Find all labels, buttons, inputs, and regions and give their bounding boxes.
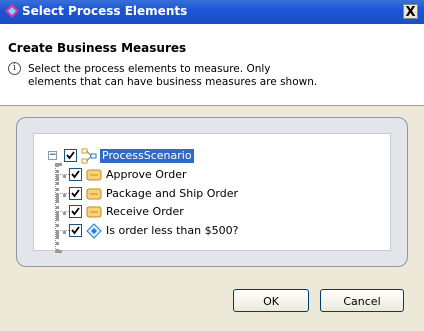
window-title: Select Process Elements [22,4,188,18]
process-scenario-icon [81,148,97,164]
title-bar[interactable]: Select Process Elements X [0,0,424,24]
info-line-1: Select the process elements to measure. … [28,63,271,75]
tree-item-label[interactable]: Package and Ship Order [106,187,238,201]
close-button[interactable]: X [403,4,418,20]
checkbox-package-and-ship-order[interactable] [69,187,82,200]
process-app-icon [5,4,19,18]
decision-icon [86,223,102,239]
checkbox-process-scenario[interactable] [64,149,77,162]
task-icon [86,169,102,181]
select-process-elements-dialog: Select Process Elements X Create Busines… [0,0,424,331]
page-title: Create Business Measures [8,41,187,55]
info-line-2: elements that can have business measures… [28,76,318,88]
checkmark-icon [71,189,80,198]
tree-panel: − ProcessScenario Approve Order Package … [16,117,408,267]
collapse-toggle[interactable]: − [48,151,57,160]
ok-button[interactable]: OK [233,289,309,312]
task-icon [86,188,102,200]
tree-root-label[interactable]: ProcessScenario [100,149,194,163]
checkbox-is-order-less-than-500[interactable] [69,224,82,237]
tree-item-label[interactable]: Is order less than $500? [106,224,238,238]
checkbox-approve-order[interactable] [69,168,82,181]
tree-item-label[interactable]: Receive Order [106,205,184,219]
checkmark-icon [66,151,75,160]
info-icon: i [8,62,21,75]
task-icon [86,206,102,218]
process-element-tree[interactable]: − ProcessScenario Approve Order Package … [33,133,391,253]
checkbox-receive-order[interactable] [69,205,82,218]
checkmark-icon [71,170,80,179]
tree-item-label[interactable]: Approve Order [106,168,187,182]
checkmark-icon [71,207,80,216]
cancel-button[interactable]: Cancel [320,289,404,312]
info-message: Select the process elements to measure. … [28,63,418,89]
dialog-header: Create Business Measures i Select the pr… [0,24,424,106]
checkmark-icon [71,226,80,235]
